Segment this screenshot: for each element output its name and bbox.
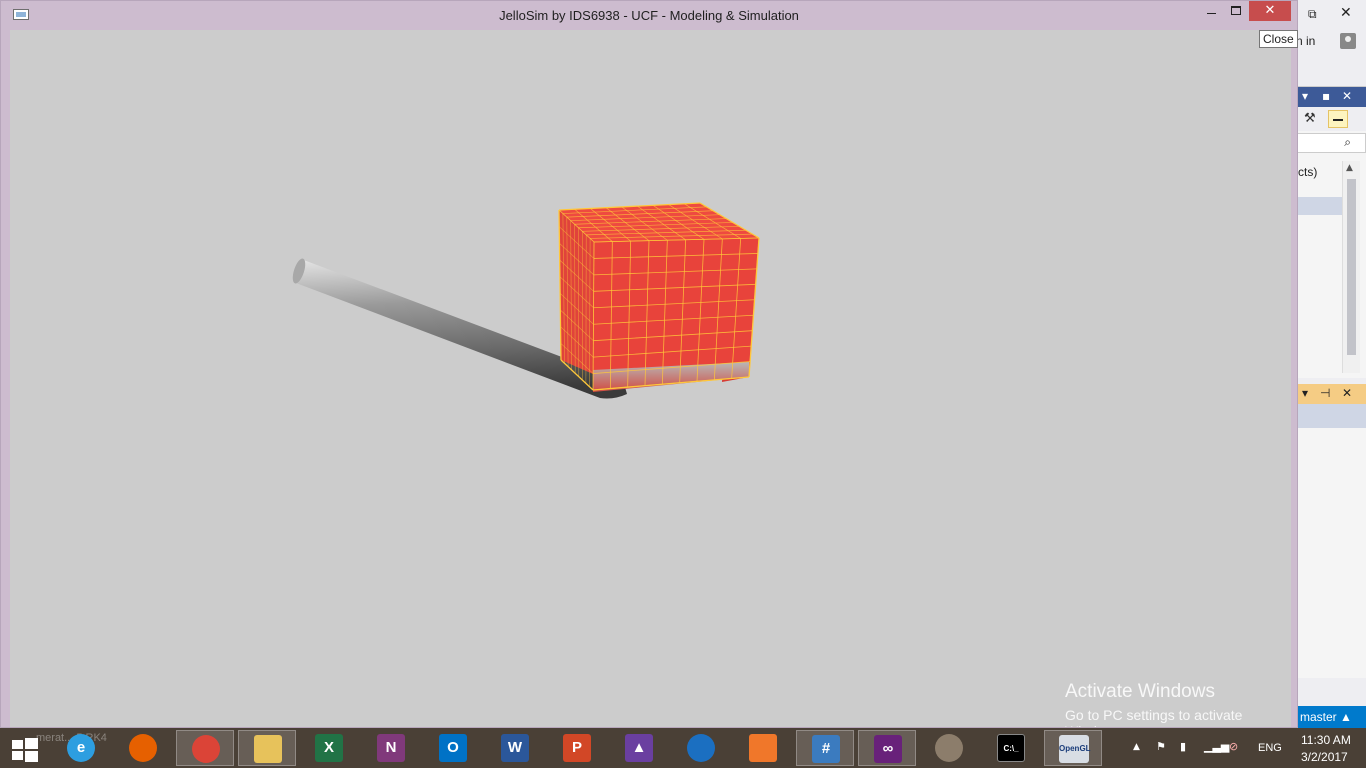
ide-output-panel: ▾ ⊣ ✕ [1290,384,1366,678]
chevron-down-icon[interactable]: ▾ [1302,386,1308,400]
taskbar-command-prompt[interactable]: C:\_ [982,730,1040,766]
volume-muted-icon[interactable]: ⊘ [1229,740,1238,753]
word-icon: W [501,734,529,762]
excel-icon: X [315,734,343,762]
language-indicator[interactable]: ENG [1258,742,1282,754]
taskbar-outlook[interactable]: O [424,730,482,766]
close-button[interactable]: ✕ [1249,1,1291,21]
globe-app-icon [687,734,715,762]
activation-watermark-title: Activate Windows [1065,681,1215,702]
opengl-app-icon: OpenGL [1059,735,1091,763]
paint-icon [935,734,963,762]
wrench-icon[interactable]: ⚒ [1304,111,1316,126]
3d-app-icon: ▲ [625,734,653,762]
ide-sign-in-link[interactable]: n in [1296,34,1315,48]
taskbar-globe-app[interactable] [672,730,730,766]
firefox-icon [129,734,157,762]
start-button[interactable] [12,737,38,762]
outlook-icon: O [439,734,467,762]
chevron-down-icon[interactable]: ▾ [1302,89,1308,103]
command-prompt-icon: C:\_ [997,734,1025,762]
search-icon: ⌕ [1344,135,1351,149]
chrome-icon [192,735,220,763]
ide-top-bar: ⧉ ✕ n in [1290,0,1366,78]
activation-watermark-subtitle: Go to PC settings to activate Windows. [1065,707,1243,727]
taskbar-word[interactable]: W [486,730,544,766]
opengl-viewport[interactable]: Activate Windows Go to PC settings to ac… [10,30,1291,727]
ide-close-icon[interactable]: ✕ [1340,5,1352,21]
csharp-app-icon: # [812,735,840,763]
ide-search-input[interactable]: ⌕ [1290,133,1366,153]
ide-panel-header-active: ▾ ⊣ ✕ [1290,384,1366,404]
taskbar-chrome[interactable] [176,730,234,766]
pin-icon[interactable]: ⊣ [1320,386,1330,400]
pin-icon[interactable]: ▪ [1322,89,1330,103]
internet-explorer-icon: e [67,734,95,762]
taskbar-firefox[interactable] [114,730,172,766]
ide-panel-toolbar: ⚒ [1290,107,1366,131]
minimize-icon [1206,13,1216,14]
taskbar-csharp-app[interactable]: # [796,730,854,766]
action-center-flag-icon[interactable]: ⚑ [1156,740,1166,753]
scroll-up-icon[interactable]: ▲ [1346,163,1353,173]
maximize-button[interactable] [1222,1,1250,21]
taskbar-origin-app[interactable] [734,730,792,766]
taskbar-excel[interactable]: X [300,730,358,766]
file-explorer-icon [254,735,282,763]
ide-avatar-icon[interactable] [1340,33,1356,49]
taskbar: merat... 5 RK4 eXNOWP▲#∞C:\_OpenGL ▲ ⚑ ▮… [0,728,1366,768]
ide-panel-header: ▾ ▪ ✕ [1290,87,1366,107]
minimize-button[interactable] [1197,1,1225,21]
ide-tree-item[interactable]: cts) [1298,165,1317,179]
taskbar-visual-studio[interactable]: ∞ [858,730,916,766]
ide-panel-band [1290,404,1366,428]
simulation-scene [292,202,760,399]
clock-date[interactable]: 3/2/2017 [1301,750,1348,764]
auto-hide-button[interactable] [1328,110,1348,128]
visual-studio-icon: ∞ [874,735,902,763]
ide-scrollbar[interactable]: ▲ [1342,161,1360,373]
scroll-thumb[interactable] [1347,179,1356,355]
close-icon[interactable]: ✕ [1342,386,1352,400]
maximize-icon [1231,6,1241,15]
taskbar-3d-app[interactable]: ▲ [610,730,668,766]
taskbar-powerpoint[interactable]: P [548,730,606,766]
powerpoint-icon: P [563,734,591,762]
battery-icon[interactable]: ▮ [1180,740,1186,753]
taskbar-onenote[interactable]: N [362,730,420,766]
ide-restore-icon[interactable]: ⧉ [1308,7,1317,22]
close-tooltip: Close [1259,30,1298,48]
taskbar-file-explorer[interactable] [238,730,296,766]
ide-status-branch[interactable]: master ▲ [1290,706,1366,728]
title-bar[interactable]: JelloSim by IDS6938 - UCF - Modeling & S… [1,1,1297,30]
jello-cube [558,202,760,392]
taskbar-internet-explorer[interactable]: e [52,730,110,766]
ide-solution-panel: ▾ ▪ ✕ ⚒ ⌕ cts) ▲ [1290,86,1366,378]
onenote-icon: N [377,734,405,762]
background-ide-window: ⧉ ✕ n in ▾ ▪ ✕ ⚒ ⌕ cts) ▲ ▾ ⊣ ✕ master ▲ [1290,0,1366,728]
close-icon[interactable]: ✕ [1342,89,1352,103]
origin-app-icon [749,734,777,762]
window-title: JelloSim by IDS6938 - UCF - Modeling & S… [499,8,799,23]
jellosim-window: JelloSim by IDS6938 - UCF - Modeling & S… [0,0,1298,728]
clock-time[interactable]: 11:30 AM [1301,733,1351,747]
show-hidden-icons[interactable]: ▲ [1133,742,1140,752]
network-signal-icon[interactable]: ▁▃▅ [1204,740,1229,753]
taskbar-paint[interactable] [920,730,978,766]
taskbar-opengl-app[interactable]: OpenGL [1044,730,1102,766]
